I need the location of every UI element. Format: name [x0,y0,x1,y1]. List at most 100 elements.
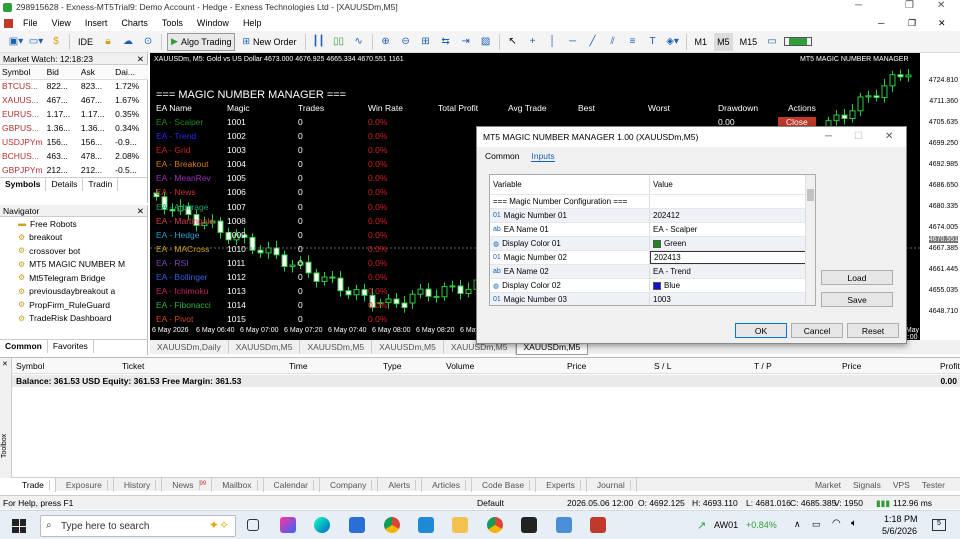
toolbox-col-header[interactable]: Profit [940,361,960,371]
toolbox-col-header[interactable]: Type [383,361,401,371]
toolbox-col-header[interactable]: Ticket [122,361,144,371]
menu-charts[interactable]: Charts [121,18,148,28]
input-value[interactable]: Green [650,237,815,250]
tile-icon[interactable]: ⊞ [418,33,434,51]
toolbox-col-header[interactable]: S / L [654,361,671,371]
signals-icon[interactable]: ⊙ [140,33,156,51]
input-value[interactable]: EA - Scalper [650,223,815,236]
channel-icon[interactable]: ⫽ [605,33,621,51]
battery-icon[interactable]: ▭ [812,519,821,530]
close-icon[interactable]: ✕ [2,360,8,368]
input-value[interactable] [650,195,815,208]
input-value[interactable]: Blue [650,279,815,292]
toolbox-tab[interactable]: Exposure [56,477,114,492]
autoscroll-icon[interactable]: ⇆ [438,33,454,51]
clock-date[interactable]: 5/6/2026 [882,526,917,536]
close-window-button[interactable]: ✕ [937,0,945,11]
navigator-item[interactable]: ⚙ PropFirm_RuleGuard [0,298,147,312]
input-row[interactable]: 01 Magic Number 02 202413 [490,251,815,265]
crosshair-icon[interactable]: + [525,33,541,51]
save-button[interactable]: Save [821,292,893,307]
wifi-icon[interactable]: ◠ [832,518,841,529]
input-value[interactable]: 1003 [650,293,815,305]
zoom-in-icon[interactable]: ⊕ [378,33,394,51]
chart-tab[interactable]: XAUUSDm,M5 [300,340,373,354]
table-row[interactable]: USDJPYm 156... 156... -0.9... [0,135,148,149]
toolbox-right-tab[interactable]: VPS [887,478,916,492]
chart-tab[interactable]: XAUUSDm,M5 [229,340,301,354]
dialog-maximize-button[interactable]: ☐ [854,127,863,147]
fibo-icon[interactable]: ≡ [625,33,641,51]
col-bid[interactable]: Bid [44,65,79,80]
toolbox-tab[interactable]: Company [320,477,379,492]
col-ask[interactable]: Ask [78,65,114,80]
store-icon[interactable] [349,517,365,533]
file-explorer-icon[interactable] [452,517,468,533]
windows-start-icon[interactable] [12,519,26,533]
tab-details[interactable]: Details [46,178,84,191]
chart-tab[interactable]: XAUUSDm,Daily [150,340,229,354]
col-variable[interactable]: Variable [490,175,650,194]
tab-inputs[interactable]: Inputs [531,151,555,162]
tab-common[interactable]: Common [485,151,519,161]
minimize-button[interactable]: ─ [855,0,862,11]
toolbox-right-tab[interactable]: Tester [916,478,951,492]
col-symbol[interactable]: Symbol [0,65,45,80]
load-button[interactable]: Load [821,270,893,285]
clock-time[interactable]: 1:18 PM [884,514,918,524]
new-chart-icon[interactable]: ▣▾ [8,33,24,51]
mt5-icon[interactable] [590,517,606,533]
line-chart-icon[interactable]: ∿ [351,33,367,51]
table-row[interactable]: BCHUS... 463... 478... 2.08% [0,149,148,163]
tab-trading[interactable]: Tradin [83,178,119,191]
ok-button[interactable]: OK [735,323,787,338]
ide-button[interactable]: IDE [75,33,96,51]
close-icon[interactable]: ✕ [137,53,144,65]
toolbox-tab[interactable]: Experts [536,477,587,492]
app-menu-icon[interactable] [4,18,13,28]
input-row[interactable]: 01 Magic Number 03 1003 [490,293,815,305]
bar-chart-icon[interactable]: ┃┃ [311,33,327,51]
toolbox-col-header[interactable]: Volume [446,361,474,371]
toolbox-tab[interactable]: Calendar [264,477,321,492]
toolbox-tab[interactable]: Articles [422,477,473,492]
toolbox-tab[interactable]: Trade [12,477,56,492]
toolbox-col-header[interactable]: Price [842,361,861,371]
navigator-item[interactable]: ▬ Free Robots [0,217,147,231]
algo-trading-button[interactable]: ▶ Algo Trading [167,32,236,51]
table-row[interactable]: EURUS... 1.17... 1.17... 0.35% [0,107,148,121]
navigator-item[interactable]: ⚙ Mt5Telegram Bridge [0,271,147,285]
navigator-item[interactable]: ⚙ crossover bot [0,244,147,258]
tf-m15-button[interactable]: M15 [737,33,761,51]
menu-help[interactable]: Help [243,18,262,28]
input-value[interactable]: 202413 [650,251,815,264]
toolbox-tab[interactable]: Alerts [378,477,423,492]
input-row[interactable]: ab EA Name 02 EA - Trend [490,265,815,279]
toolbox-right-tab[interactable]: Market [809,478,847,492]
toolbox-col-header[interactable]: Symbol [16,361,44,371]
table-row[interactable]: XAUUS... 467... 467... 1.67% [0,93,148,107]
table-row[interactable]: GBPJPYm 212... 212... -0.5... [0,163,148,177]
profiles-icon[interactable]: ▭▾ [28,33,44,51]
navigator-item[interactable]: ⚙ breakout [0,231,147,245]
horizontal-line-icon[interactable]: ─ [565,33,581,51]
toolbox-col-header[interactable]: T / P [754,361,772,371]
new-order-button[interactable]: ⊞ New Order [239,33,299,51]
input-row[interactable]: === Magic Number Configuration === [490,195,815,209]
timeframes-icon[interactable]: ▭ [764,33,780,51]
input-row[interactable]: ab EA Name 01 EA - Scalper [490,223,815,237]
input-value[interactable]: EA - Trend [650,265,815,278]
task-view-icon[interactable] [247,519,259,531]
volume-icon[interactable]: 🔈︎ [851,518,857,529]
navigator-item[interactable]: ⚙ previousdaybreakout a [0,285,147,299]
shapes-icon[interactable]: ◈▾ [665,33,681,51]
dollar-icon[interactable]: $ [48,33,64,51]
menu-file[interactable]: File [23,18,38,28]
menu-insert[interactable]: Insert [85,18,108,28]
menu-tools[interactable]: Tools [162,18,183,28]
input-value[interactable]: 202412 [650,209,815,222]
dialog-minimize-button[interactable]: ─ [825,127,832,147]
tf-m1-button[interactable]: M1 [692,33,711,51]
toolbox-right-tab[interactable]: Signals [847,478,887,492]
menu-view[interactable]: View [52,18,71,28]
